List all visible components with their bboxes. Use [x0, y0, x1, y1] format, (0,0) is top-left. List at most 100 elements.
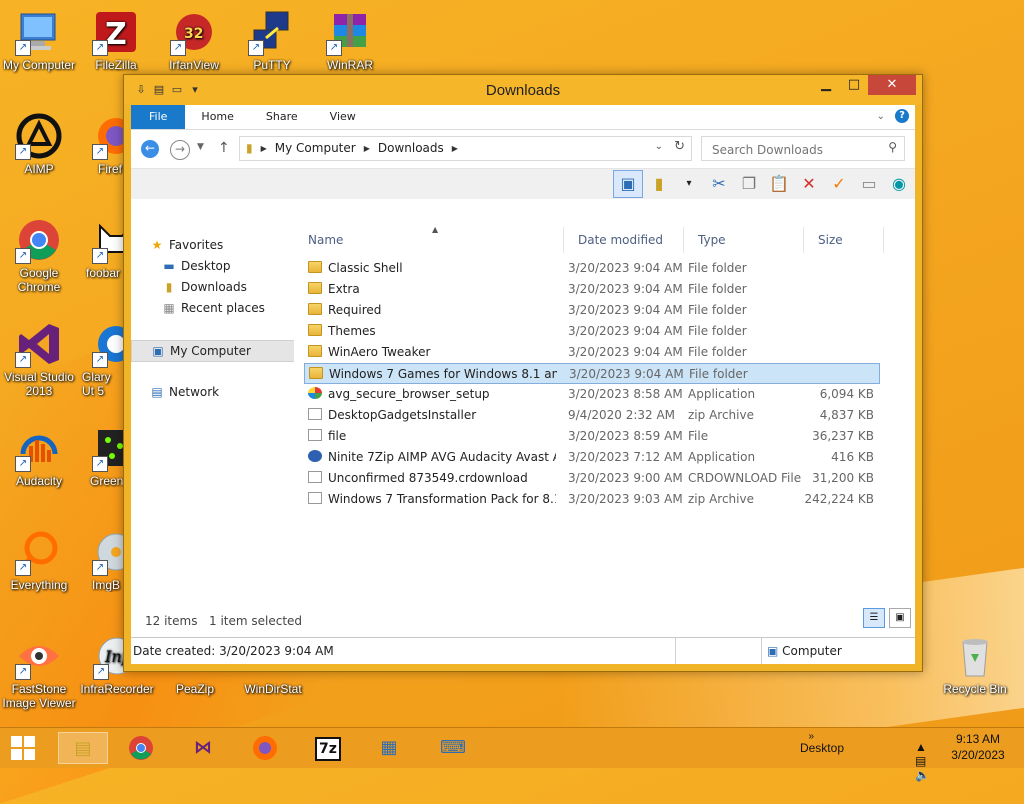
taskbar-control-panel[interactable]: ▦ — [366, 732, 412, 764]
file-row[interactable]: Themes 3/20/2023 9:04 AM File folder — [304, 321, 880, 342]
desktop-icon-glary-utilities[interactable]: ↗ Glary Ut 5 — [78, 320, 124, 398]
breadcrumb-my-computer[interactable]: My Computer — [275, 141, 356, 155]
volume-icon[interactable]: 🔈 — [915, 768, 934, 782]
address-bar[interactable]: ▮ ▶ My Computer ▶ Downloads ▶ ⌄ ↻ — [239, 136, 692, 161]
forward-button[interactable]: → — [170, 140, 190, 160]
putty-icon: ↗ — [248, 8, 296, 56]
breadcrumb-separator[interactable]: ▶ — [261, 144, 267, 153]
copy-icon[interactable]: ❐ — [735, 171, 763, 197]
breadcrumb-separator[interactable]: ▶ — [452, 144, 458, 153]
details-view-icon[interactable]: ☰ — [863, 608, 885, 628]
file-row[interactable]: Windows 7 Transformation Pack for 8.1 3/… — [304, 489, 880, 510]
network-icon[interactable]: ▤ — [915, 754, 930, 768]
checkmark-icon[interactable]: ✓ — [825, 171, 853, 197]
file-row[interactable]: Unconfirmed 873549.crdownload 3/20/2023 … — [304, 468, 880, 489]
tab-home[interactable]: Home — [185, 105, 249, 129]
taskbar: ▤ ⋈ 7z ▦ ⌨ » Desktop ▲ ▤ 🔈 9:13 AM 3/20/… — [0, 727, 1024, 782]
tab-file[interactable]: File — [131, 105, 186, 129]
desktop-icon-foobar[interactable]: ↗ foobar — [78, 216, 124, 280]
folder-options-icon[interactable]: ▮ — [645, 171, 673, 197]
search-box[interactable]: ⚲ — [701, 136, 905, 161]
taskbar-on-screen-keyboard[interactable]: ⌨ — [430, 732, 476, 764]
clock[interactable]: 9:13 AM 3/20/2023 — [942, 731, 1014, 763]
column-header-name[interactable]: Name — [294, 227, 564, 253]
maximize-button[interactable]: □ — [840, 75, 868, 95]
file-row[interactable]: file 3/20/2023 8:59 AM File 36,237 KB — [304, 426, 880, 447]
desktop-icon-green[interactable]: ↗ Green — [78, 424, 124, 488]
desktop-icon-irfanview[interactable]: 32 ↗ IrfanView — [155, 8, 233, 72]
taskbar-chrome[interactable] — [118, 732, 164, 764]
everything-icon: ↗ — [15, 528, 63, 576]
taskbar-7zip[interactable]: 7z — [305, 732, 351, 764]
desktop-icon-visual-studio[interactable]: ↗ Visual Studio 2013 — [0, 320, 78, 398]
location-folder-icon: ▮ — [246, 141, 253, 155]
visual-studio-icon: ↗ — [15, 320, 63, 368]
desktop-icon-faststone[interactable]: ↗ FastStone Image Viewer — [0, 632, 78, 710]
tab-view[interactable]: View — [314, 105, 372, 129]
taskbar-visual-studio[interactable]: ⋈ — [180, 732, 226, 764]
desktop-icon-recycle-bin[interactable]: Recycle Bin — [936, 632, 1014, 696]
file-row[interactable]: Ninite 7Zip AIMP AVG Audacity Avast Av..… — [304, 447, 880, 468]
address-dropdown-icon[interactable]: ⌄ — [655, 141, 663, 152]
file-row[interactable]: Required 3/20/2023 9:04 AM File folder — [304, 300, 880, 321]
clock-date: 3/20/2023 — [951, 748, 1005, 762]
delete-icon[interactable]: ✕ — [795, 171, 823, 197]
desktop-icon-audacity[interactable]: ↗ Audacity — [0, 424, 78, 488]
command-toolbar: ▣ ▮ ▾ ✂ ❐ 📋 ✕ ✓ ▭ ◉ — [131, 168, 915, 199]
file-row[interactable]: WinAero Tweaker 3/20/2023 9:04 AM File f… — [304, 342, 880, 363]
desktop-icon-firefox[interactable]: ↗ Firef — [78, 112, 124, 176]
search-input[interactable] — [710, 139, 879, 160]
desktop-icon-winrar[interactable]: ↗ WinRAR — [311, 8, 389, 72]
nav-network[interactable]: ▤ Network — [149, 382, 305, 402]
file-row-selected[interactable]: Windows 7 Games for Windows 8.1 and ... … — [304, 363, 880, 384]
options-dropdown-icon[interactable]: ▾ — [675, 171, 703, 197]
globe-icon[interactable]: ◉ — [885, 171, 913, 197]
nav-my-computer[interactable]: ▣ My Computer — [131, 340, 307, 362]
column-header-type[interactable]: Type — [684, 227, 804, 253]
close-button[interactable]: ✕ — [868, 75, 916, 95]
file-row[interactable]: DesktopGadgetsInstaller 9/4/2020 2:32 AM… — [304, 405, 880, 426]
breadcrumb-separator[interactable]: ▶ — [364, 144, 370, 153]
firefox-icon: ↗ — [92, 112, 124, 160]
taskbar-file-explorer[interactable]: ▤ — [58, 732, 108, 764]
desktop-icon-chrome[interactable]: ↗ Google Chrome — [0, 216, 78, 294]
up-button[interactable]: ↑ — [218, 140, 230, 156]
start-button[interactable] — [0, 732, 46, 764]
file-row[interactable]: Classic Shell 3/20/2023 9:04 AM File fol… — [304, 258, 880, 279]
explorer-window[interactable]: ⇩ ▤ ▭ ▾ Downloads ▁ □ ✕ File Home Share … — [123, 74, 923, 672]
rename-icon[interactable]: ▭ — [855, 171, 883, 197]
nav-favorites[interactable]: ★ Favorites — [149, 235, 305, 255]
cut-icon[interactable]: ✂ — [705, 171, 733, 197]
large-icons-view-icon[interactable]: ▣ — [889, 608, 911, 628]
paste-icon[interactable]: 📋 — [765, 171, 793, 197]
star-icon: ★ — [151, 238, 163, 252]
chrome-icon — [129, 736, 153, 760]
file-row[interactable]: avg_secure_browser_setup 3/20/2023 8:58 … — [304, 384, 880, 405]
preview-pane-icon[interactable]: ▣ — [613, 170, 643, 198]
desktop-icon-everything[interactable]: ↗ Everything — [0, 528, 78, 592]
desktop-icon-my-computer[interactable]: ↗ My Computer — [0, 8, 78, 72]
recent-locations-icon[interactable]: ▼ — [197, 142, 204, 152]
desktop-icon-putty[interactable]: ↗ PuTTY — [233, 8, 311, 72]
refresh-icon[interactable]: ↻ — [674, 139, 685, 154]
column-header-size[interactable]: Size — [804, 227, 884, 253]
column-header-date[interactable]: Date modified — [564, 227, 684, 253]
desktop-toolbar[interactable]: Desktop — [800, 741, 844, 755]
show-hidden-icons-icon[interactable]: ▲ — [915, 740, 931, 754]
taskbar-firefox[interactable] — [242, 732, 288, 764]
search-icon[interactable]: ⚲ — [888, 140, 897, 154]
folder-icon — [309, 367, 323, 379]
help-icon[interactable]: ? — [895, 109, 909, 123]
breadcrumb-downloads[interactable]: Downloads — [378, 141, 444, 155]
divider — [761, 638, 762, 664]
expand-ribbon-icon[interactable]: ⌄ — [877, 111, 885, 122]
desktop-icon-aimp[interactable]: ↗ AIMP — [0, 112, 78, 176]
title-bar[interactable]: ⇩ ▤ ▭ ▾ Downloads ▁ □ ✕ — [124, 75, 922, 105]
desktop-icon-filezilla[interactable]: Z ↗ FileZilla — [77, 8, 155, 72]
desktop-icon-imgburn[interactable]: ↗ ImgB — [78, 528, 124, 592]
tab-share[interactable]: Share — [250, 105, 314, 129]
file-row[interactable]: Extra 3/20/2023 9:04 AM File folder — [304, 279, 880, 300]
file-list: Name Date modified Type Size ▲ Classic S… — [294, 225, 915, 606]
back-button[interactable]: ← — [141, 140, 159, 158]
minimize-button[interactable]: ▁ — [812, 75, 840, 95]
